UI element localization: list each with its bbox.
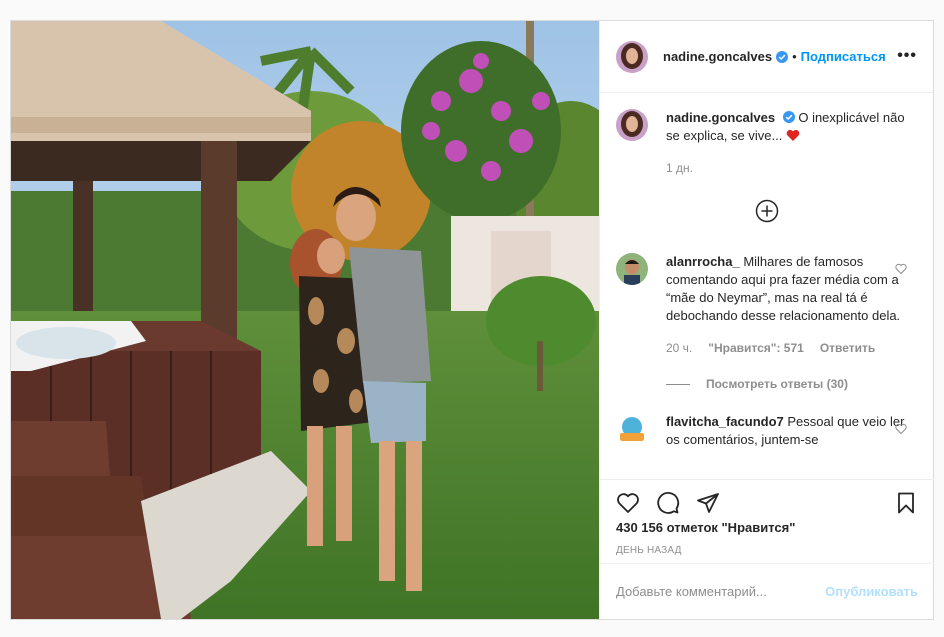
post-photo[interactable] — [11, 21, 599, 619]
caption-meta: 1 дн. — [666, 159, 906, 177]
post-date[interactable]: ДЕНЬ НАЗАД — [600, 545, 934, 556]
comment-meta: 20 ч. "Нравится": 571 Ответить — [666, 339, 906, 357]
reply-button[interactable]: Ответить — [820, 339, 875, 357]
caption: nadine.goncalves O inexplicável não se e… — [616, 109, 917, 177]
verified-badge-icon — [782, 111, 795, 123]
comment-username[interactable]: alanrrocha_ — [666, 254, 740, 269]
comment-likes[interactable]: "Нравится": 571 — [708, 339, 804, 357]
comment-body: flavitcha_facundo7 Pessoal que veio ler … — [666, 413, 906, 449]
avatar-image — [616, 40, 648, 73]
comment-username[interactable]: flavitcha_facundo7 — [666, 414, 784, 429]
add-comment-bar: Опубликовать — [600, 563, 934, 619]
comment-body: alanrrocha_ Milhares de famosos comentan… — [666, 253, 906, 357]
caption-username[interactable]: nadine.goncalves — [666, 110, 775, 125]
author-username[interactable]: nadine.goncalves — [663, 49, 772, 64]
commenter-avatar[interactable] — [616, 253, 648, 285]
verified-badge-icon — [776, 50, 789, 63]
caption-body: nadine.goncalves O inexplicável não se e… — [666, 109, 906, 177]
publish-button[interactable]: Опубликовать — [825, 584, 918, 599]
view-replies-label: Посмотреть ответы (30) — [706, 377, 848, 391]
post-header: nadine.goncalves • Подписаться ••• — [600, 21, 933, 93]
comments-list[interactable]: nadine.goncalves O inexplicável não se e… — [600, 93, 933, 483]
likes-count[interactable]: 430 156 отметок "Нравится" — [600, 520, 934, 535]
caption-time: 1 дн. — [666, 161, 693, 175]
photo-illustration — [11, 21, 599, 619]
bookmark-icon — [898, 492, 914, 514]
follow-button[interactable]: Подписаться — [801, 49, 886, 64]
paper-plane-icon — [697, 493, 719, 513]
action-icons — [600, 480, 934, 520]
author-avatar[interactable] — [616, 40, 648, 73]
comment-button[interactable] — [648, 483, 688, 523]
red-heart-emoji-icon — [786, 129, 800, 141]
save-button[interactable] — [886, 483, 926, 523]
post-card: nadine.goncalves • Подписаться ••• nadin… — [10, 20, 934, 620]
comment-item: flavitcha_facundo7 Pessoal que veio ler … — [616, 413, 917, 449]
replies-line — [666, 383, 690, 385]
avatar-image — [616, 413, 648, 445]
post-sidebar: nadine.goncalves • Подписаться ••• nadin… — [599, 21, 934, 619]
separator-dot: • — [792, 49, 797, 64]
avatar-image — [616, 109, 648, 141]
comment-time: 20 ч. — [666, 341, 693, 355]
share-button[interactable] — [688, 483, 728, 523]
commenter-avatar[interactable] — [616, 413, 648, 445]
caption-avatar[interactable] — [616, 109, 648, 141]
comment-input[interactable] — [616, 584, 826, 599]
comment-item: alanrrocha_ Milhares de famosos comentan… — [616, 253, 917, 357]
like-button[interactable] — [608, 483, 648, 523]
heart-outline-icon — [617, 493, 639, 513]
plus-circle-icon[interactable] — [755, 199, 779, 223]
avatar-image — [616, 253, 648, 285]
comment-bubble-icon — [657, 492, 680, 514]
small-heart-icon[interactable] — [895, 263, 907, 275]
load-more-comments[interactable] — [616, 199, 917, 223]
more-options-icon[interactable]: ••• — [897, 47, 917, 65]
view-replies-button[interactable]: Посмотреть ответы (30) — [666, 377, 917, 391]
small-heart-icon[interactable] — [895, 423, 907, 435]
